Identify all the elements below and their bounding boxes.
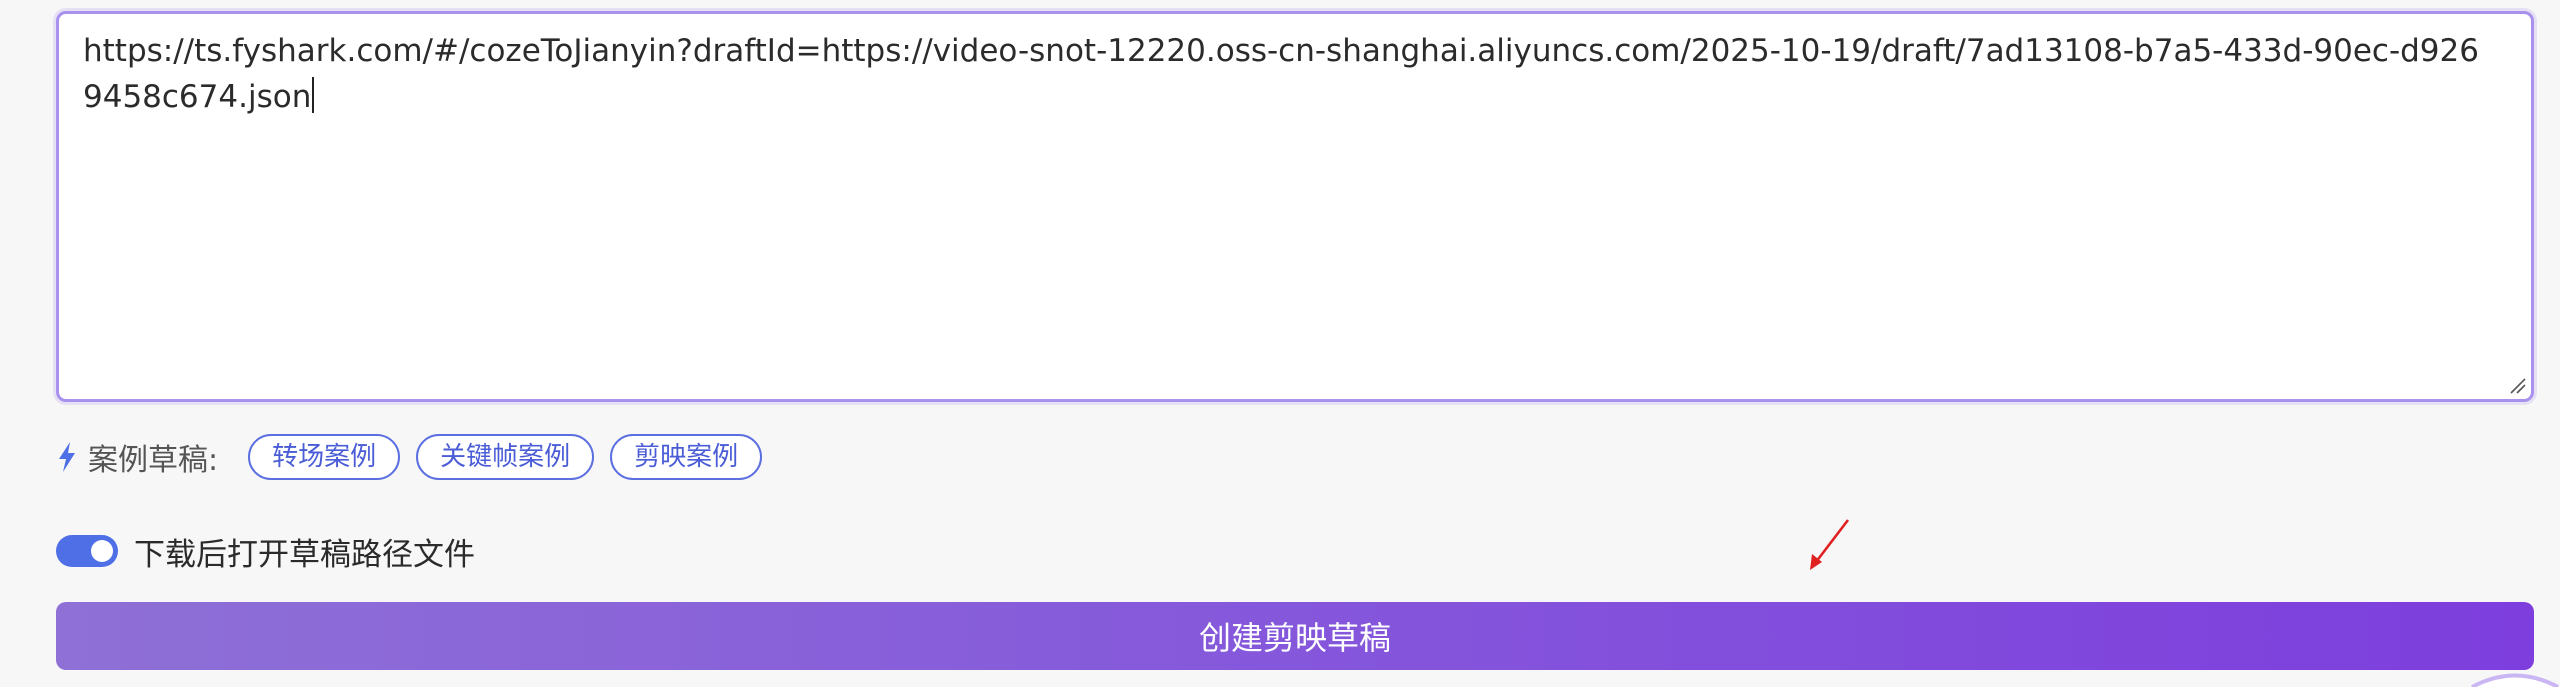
toggle-knob [91,540,113,562]
draft-url-textarea[interactable]: https://ts.fyshark.com/#/cozeToJianyin?d… [56,11,2534,402]
example-drafts-row: 案例草稿: 转场案例 关键帧案例 剪映案例 [56,432,778,482]
open-after-download-label: 下载后打开草稿路径文件 [134,536,475,573]
open-after-download-toggle[interactable] [56,535,118,567]
page: https://ts.fyshark.com/#/cozeToJianyin?d… [0,0,2560,687]
lightning-bolt-icon [59,442,75,472]
chip-transition-example[interactable]: 转场案例 [248,434,401,480]
example-drafts-label: 案例草稿: [88,443,219,478]
text-caret [312,77,315,113]
open-after-download-row: 下载后打开草稿路径文件 [56,526,475,576]
draft-url-value: https://ts.fyshark.com/#/cozeToJianyin?d… [83,33,2479,115]
chip-keyframe-example[interactable]: 关键帧案例 [416,434,595,480]
chip-jianying-example[interactable]: 剪映案例 [610,434,763,480]
create-jianying-draft-button[interactable]: 创建剪映草稿 [56,602,2534,670]
resize-handle-icon[interactable] [2507,375,2527,395]
red-arrow-annotation-icon [1810,519,1850,570]
floating-widget-icon[interactable] [2470,670,2560,687]
draft-url-text[interactable]: https://ts.fyshark.com/#/cozeToJianyin?d… [83,28,2483,120]
